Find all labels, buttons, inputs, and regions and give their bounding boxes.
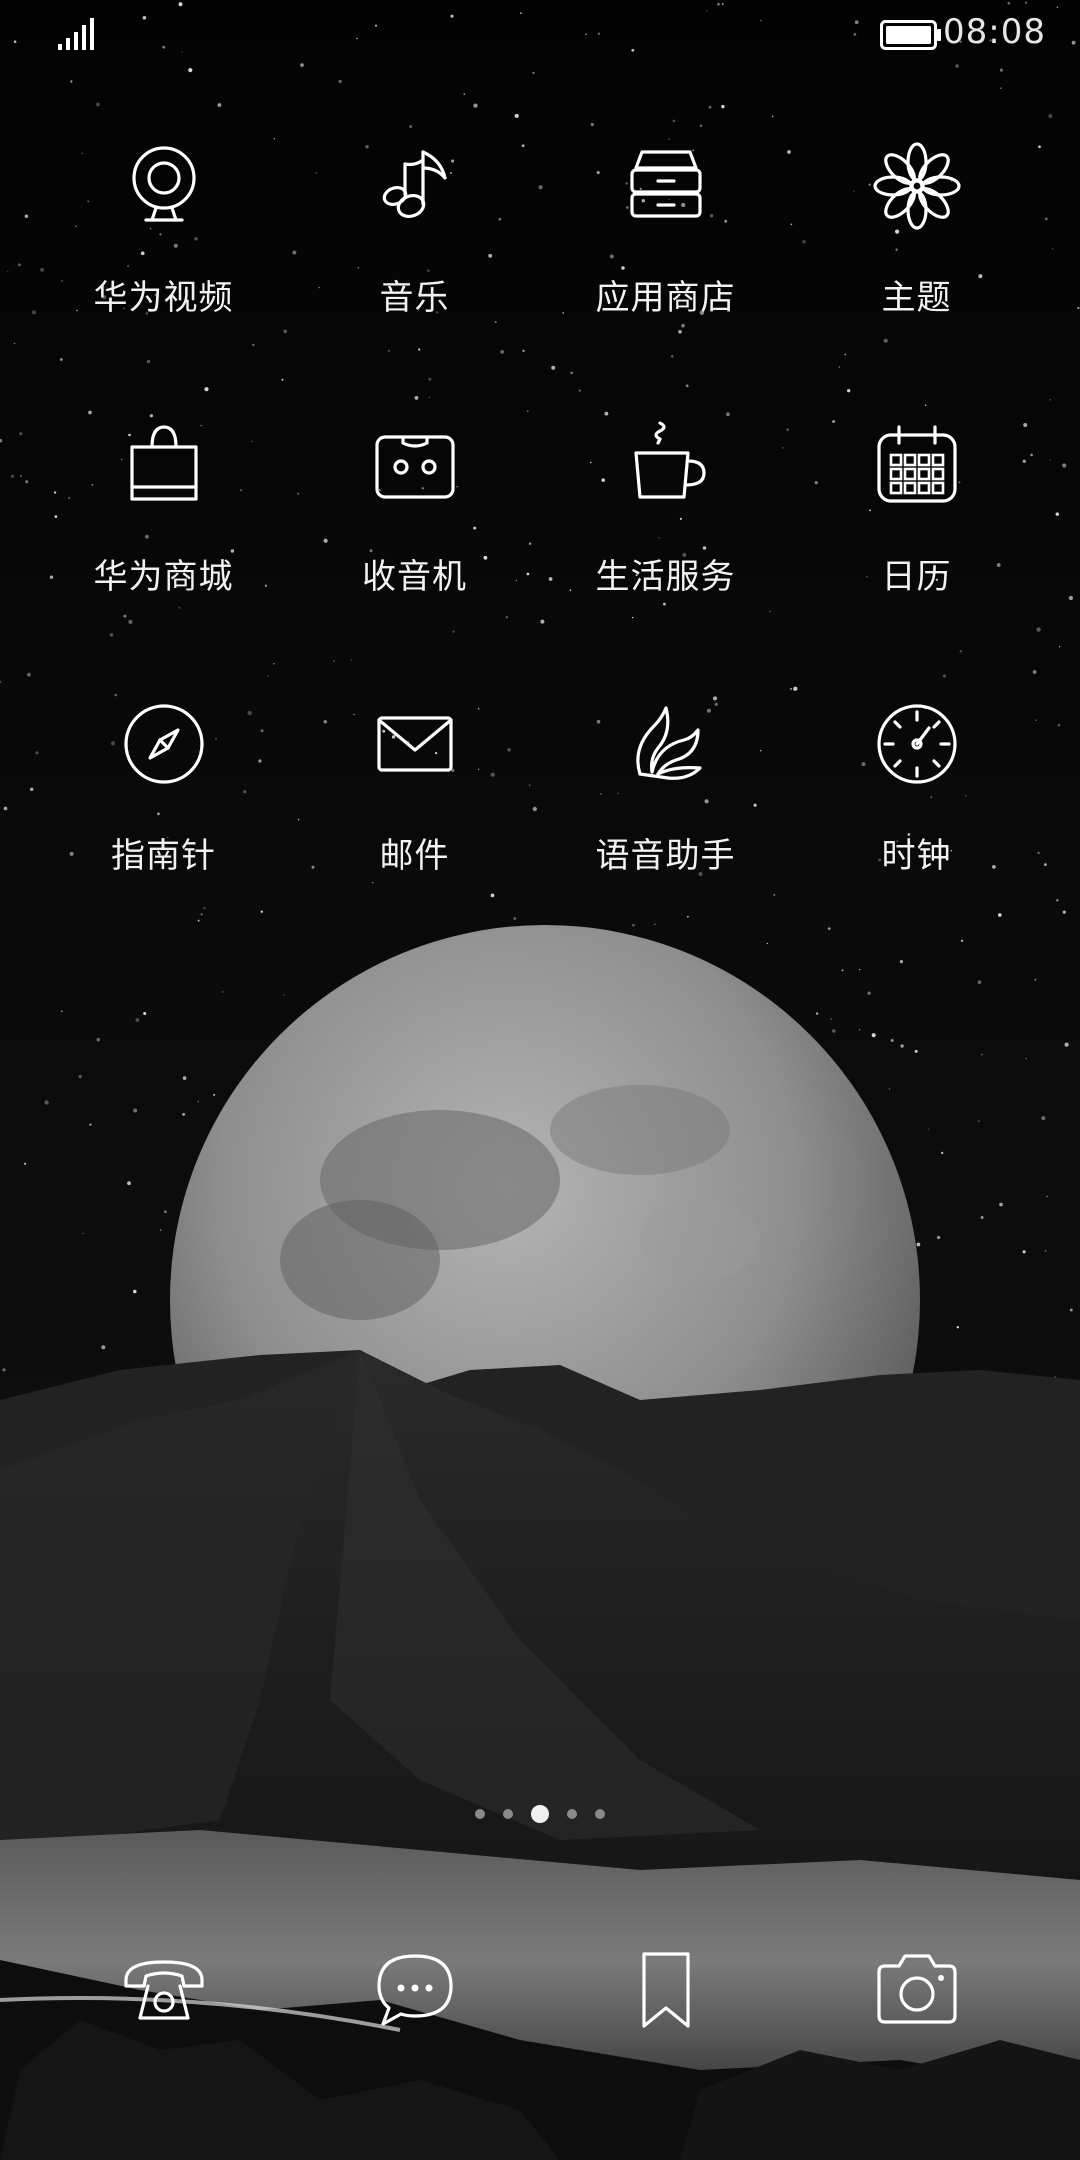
envelope-icon <box>367 696 463 792</box>
app-voice-assistant[interactable]: 语音助手 <box>540 688 791 967</box>
flower-icon <box>869 138 965 234</box>
calendar-icon <box>869 417 965 513</box>
page-dot[interactable] <box>503 1809 513 1819</box>
dock-phone[interactable] <box>38 1940 289 2040</box>
app-calendar[interactable]: 日历 <box>791 409 1042 688</box>
battery-full-icon <box>880 20 941 50</box>
cellular-signal-icon <box>58 18 94 50</box>
app-label: 音乐 <box>379 278 450 318</box>
compass-icon <box>116 696 212 792</box>
app-music[interactable]: 音乐 <box>289 130 540 409</box>
app-compass[interactable]: 指南针 <box>38 688 289 967</box>
leaf-icon <box>618 696 714 792</box>
app-huawei-video[interactable]: 华为视频 <box>38 130 289 409</box>
app-label: 生活服务 <box>595 557 736 597</box>
app-label: 日历 <box>881 557 952 597</box>
telephone-icon <box>123 1960 204 2020</box>
music-note-icon <box>367 138 463 234</box>
camera-icon <box>876 1954 957 2024</box>
page-dot[interactable] <box>475 1809 485 1819</box>
bookmark-icon <box>641 1952 690 2028</box>
webcam-icon <box>116 138 212 234</box>
app-label: 邮件 <box>379 836 450 876</box>
app-radio[interactable]: 收音机 <box>289 409 540 688</box>
page-indicator[interactable] <box>0 1802 1080 1826</box>
app-label: 收音机 <box>362 557 467 597</box>
app-email[interactable]: 邮件 <box>289 688 540 967</box>
app-label: 华为商城 <box>93 557 234 597</box>
app-label: 应用商店 <box>595 278 736 318</box>
app-huawei-mall[interactable]: 华为商城 <box>38 409 289 688</box>
app-app-store[interactable]: 应用商店 <box>540 130 791 409</box>
dock <box>38 1940 1042 2040</box>
chat-bubble-icon <box>376 1954 453 2026</box>
page-dot[interactable] <box>595 1809 605 1819</box>
page-dot-active[interactable] <box>531 1805 549 1823</box>
drawers-icon <box>618 138 714 234</box>
app-clock[interactable]: 时钟 <box>791 688 1042 967</box>
cassette-icon <box>367 417 463 513</box>
app-label: 指南针 <box>111 836 216 876</box>
app-grid: 华为视频 音乐 应用商店 主题 华为商城 收音机 生活服务 日历 指南针 邮件 … <box>38 130 1042 967</box>
app-themes[interactable]: 主题 <box>791 130 1042 409</box>
app-life-services[interactable]: 生活服务 <box>540 409 791 688</box>
dock-camera[interactable] <box>791 1940 1042 2040</box>
home-screen: 08:08 华为视频 音乐 应用商店 主题 华为商城 收音机 生活服务 日历 指… <box>0 0 1080 2160</box>
coffee-cup-icon <box>618 417 714 513</box>
dock-messages[interactable] <box>289 1940 540 2040</box>
app-label: 时钟 <box>881 836 952 876</box>
app-label: 华为视频 <box>93 278 234 318</box>
app-label: 语音助手 <box>595 836 736 876</box>
status-time: 08:08 <box>943 12 1046 52</box>
dock-bookmarks[interactable] <box>540 1940 791 2040</box>
app-label: 主题 <box>881 278 952 318</box>
clock-icon <box>869 696 965 792</box>
status-bar: 08:08 <box>0 0 1080 72</box>
shopping-bag-icon <box>116 417 212 513</box>
page-dot[interactable] <box>567 1809 577 1819</box>
